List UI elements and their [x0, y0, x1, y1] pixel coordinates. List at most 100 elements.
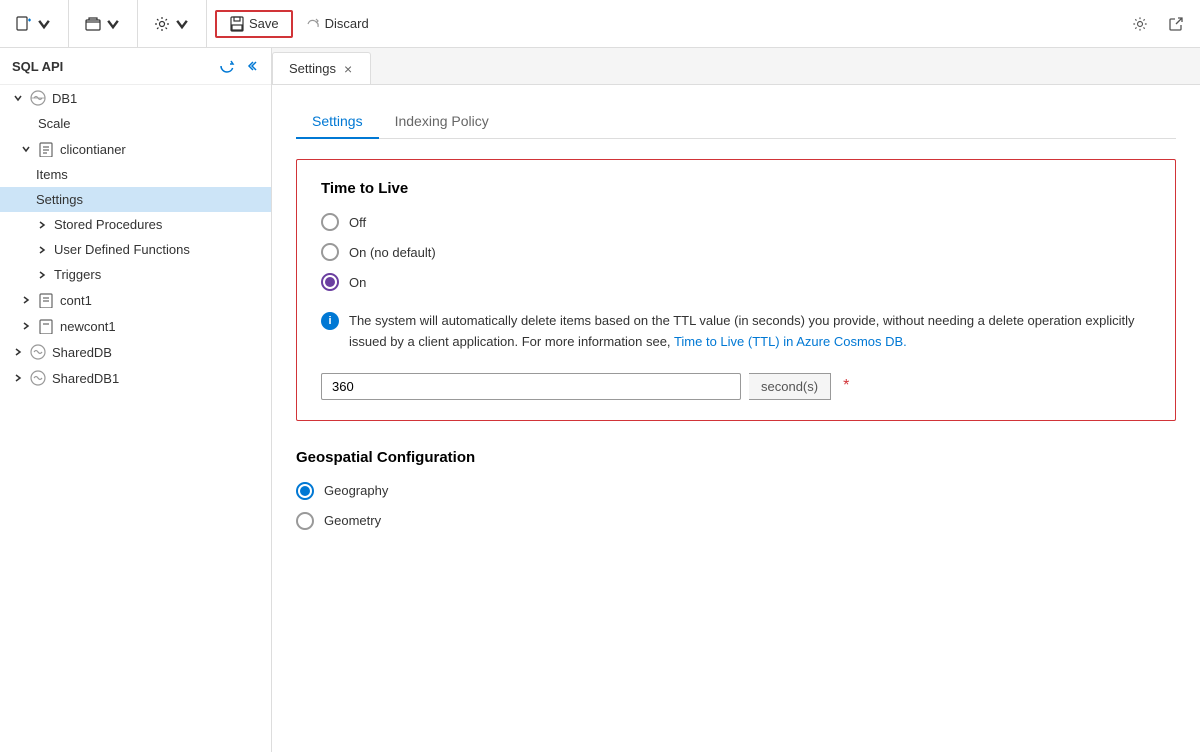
discard-icon — [305, 16, 321, 32]
geospatial-section: Geospatial Configuration Geography Geome… — [296, 445, 1176, 550]
settings-button[interactable] — [146, 12, 198, 36]
tree-label-newcont1: newcont1 — [60, 319, 116, 334]
chevron-down-icon — [36, 16, 52, 32]
ttl-info-link[interactable]: Time to Live (TTL) in Azure Cosmos DB. — [674, 334, 907, 349]
refresh-icon — [219, 58, 235, 74]
open-icon — [85, 16, 101, 32]
external-link-button[interactable] — [1160, 12, 1192, 36]
tree-label-shareddb: SharedDB — [52, 345, 112, 360]
chevron-down-db1 — [12, 92, 24, 104]
container-icon-newcont1 — [38, 318, 54, 334]
geo-label-geometry: Geometry — [324, 513, 381, 528]
tab-indexing-policy[interactable]: Indexing Policy — [379, 105, 505, 139]
toolbar-right — [1124, 12, 1192, 36]
geo-option-geometry[interactable]: Geometry — [296, 512, 1176, 530]
chevron-right-newcont1 — [20, 320, 32, 332]
ttl-option-on[interactable]: On — [321, 273, 1151, 291]
tree-item-scale[interactable]: Scale — [0, 111, 271, 136]
geo-radio-geometry[interactable] — [296, 512, 314, 530]
external-link-icon — [1168, 16, 1184, 32]
tree-label-items: Items — [36, 167, 68, 182]
container-icon-cont1 — [38, 292, 54, 308]
tree-label-stored-procedures: Stored Procedures — [54, 217, 162, 232]
ttl-radio-group: Off On (no default) On — [321, 213, 1151, 291]
chevron-down-clicontianer — [20, 143, 32, 155]
tab-settings[interactable]: Settings — [296, 105, 379, 139]
chevron-placeholder-scale — [20, 118, 32, 130]
ttl-option-no-default[interactable]: On (no default) — [321, 243, 1151, 261]
ttl-radio-on[interactable] — [321, 273, 339, 291]
new-button[interactable] — [8, 12, 60, 36]
content-area: Settings × Settings Indexing Policy Time… — [272, 48, 1200, 752]
save-button[interactable]: Save — [215, 10, 293, 38]
tree-label-clicontianer: clicontianer — [60, 142, 126, 157]
toolbar-group-open — [77, 0, 138, 47]
settings-content: Settings Indexing Policy Time to Live Of… — [272, 85, 1200, 752]
settings-gear-button[interactable] — [1124, 12, 1156, 36]
ttl-radio-no-default[interactable] — [321, 243, 339, 261]
sidebar-header: SQL API — [0, 48, 271, 85]
sidebar-header-actions — [219, 58, 259, 74]
inner-tabs: Settings Indexing Policy — [296, 105, 1176, 139]
chevron-right-shareddb1 — [12, 372, 24, 384]
tree-item-cont1[interactable]: cont1 — [0, 287, 271, 313]
toolbar-group-settings — [146, 0, 207, 47]
ttl-radio-off[interactable] — [321, 213, 339, 231]
tree-label-shareddb1: SharedDB1 — [52, 371, 119, 386]
tree-item-items[interactable]: Items — [0, 162, 271, 187]
info-icon: i — [321, 312, 339, 330]
toolbar-group-left — [8, 0, 69, 47]
chevron-right-stored-procedures — [36, 219, 48, 231]
collapse-sidebar-button[interactable] — [243, 58, 259, 74]
geo-option-geography[interactable]: Geography — [296, 482, 1176, 500]
tree-label-triggers: Triggers — [54, 267, 101, 282]
tree-label-cont1: cont1 — [60, 293, 92, 308]
toolbar: Save Discard — [0, 0, 1200, 48]
refresh-button[interactable] — [219, 58, 235, 74]
geospatial-title: Geospatial Configuration — [296, 449, 1176, 466]
ttl-info-box: i The system will automatically delete i… — [321, 307, 1151, 357]
tree-item-settings[interactable]: Settings — [0, 187, 271, 212]
tree-item-newcont1[interactable]: newcont1 — [0, 313, 271, 339]
tree-label-db1: DB1 — [52, 91, 77, 106]
ttl-option-off[interactable]: Off — [321, 213, 1151, 231]
chevron-down-icon2 — [105, 16, 121, 32]
container-icon — [38, 141, 54, 157]
geo-radio-group: Geography Geometry — [296, 482, 1176, 530]
ttl-info-text: The system will automatically delete ite… — [349, 311, 1151, 353]
tree-item-triggers[interactable]: Triggers — [0, 262, 271, 287]
chevron-right-triggers — [36, 269, 48, 281]
time-to-live-section: Time to Live Off On (no default) On — [296, 159, 1176, 421]
open-button[interactable] — [77, 12, 129, 36]
settings-tab-close[interactable]: × — [342, 62, 354, 76]
tree-label-scale: Scale — [38, 116, 71, 131]
settings-tab[interactable]: Settings × — [272, 52, 371, 84]
db-icon — [30, 90, 46, 106]
tree-label-udf: User Defined Functions — [54, 242, 190, 257]
tree-item-user-defined-functions[interactable]: User Defined Functions — [0, 237, 271, 262]
tree-item-db1[interactable]: DB1 — [0, 85, 271, 111]
chevron-right-cont1 — [20, 294, 32, 306]
ttl-required-marker: * — [843, 377, 849, 395]
geo-radio-geography[interactable] — [296, 482, 314, 500]
tree-item-clicontianer[interactable]: clicontianer — [0, 136, 271, 162]
new-icon — [16, 16, 32, 32]
tree-item-shareddb[interactable]: SharedDB — [0, 339, 271, 365]
tab-bar: Settings × — [272, 48, 1200, 85]
ttl-unit-label: second(s) — [749, 373, 831, 400]
gear-icon — [154, 16, 170, 32]
chevron-right-shareddb — [12, 346, 24, 358]
ttl-label-off: Off — [349, 215, 366, 230]
discard-button[interactable]: Discard — [297, 12, 377, 36]
geo-label-geography: Geography — [324, 483, 388, 498]
ttl-input-field[interactable] — [321, 373, 741, 400]
collapse-icon — [243, 58, 259, 74]
settings-tab-label: Settings — [289, 61, 336, 76]
ttl-title: Time to Live — [321, 180, 1151, 197]
ttl-label-no-default: On (no default) — [349, 245, 436, 260]
tree-item-stored-procedures[interactable]: Stored Procedures — [0, 212, 271, 237]
tree-item-shareddb1[interactable]: SharedDB1 — [0, 365, 271, 391]
main-layout: SQL API DB1 Scale — [0, 48, 1200, 752]
chevron-right-udf — [36, 244, 48, 256]
shareddb1-icon — [30, 370, 46, 386]
